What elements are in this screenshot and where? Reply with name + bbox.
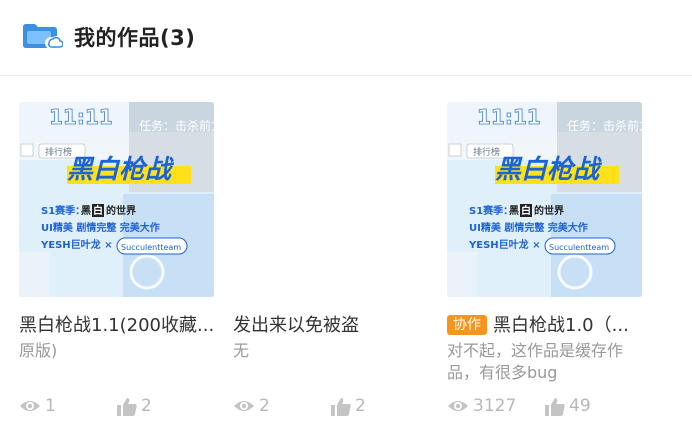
svg-text:S1赛季：: S1赛季：: [469, 204, 513, 217]
work-description: 无: [233, 341, 250, 360]
svg-text:任务：击杀前方: 任务：击杀前方: [567, 118, 642, 133]
thumbs-up-icon: [545, 398, 565, 416]
svg-text:黑: 黑: [509, 205, 519, 217]
work-stats: 2 2: [233, 395, 433, 417]
game-cover-image: 11:11 任务：击杀前方 排行榜 黑白枪战 S1赛季： 黑 白 的世界 UI精…: [447, 102, 642, 297]
collaboration-badge: 协作: [447, 315, 487, 335]
work-thumbnail[interactable]: [233, 102, 428, 297]
thumbs-up-icon: [331, 398, 351, 416]
folder-cloud-icon: [23, 24, 63, 49]
svg-text:YESH巨叶龙 ×: YESH巨叶龙 ×: [468, 238, 541, 251]
work-card[interactable]: 发出来以免被盗 无 2 2: [233, 102, 433, 416]
work-thumbnail[interactable]: 11:11 任务：击杀前方 排行榜 黑白枪战 S1赛季： 黑 白 的世界 UI精…: [19, 102, 214, 297]
work-thumbnail[interactable]: 11:11 任务：击杀前方 排行榜 黑白枪战 S1赛季： 黑 白 的世界 UI精…: [447, 102, 642, 297]
eye-icon: [20, 401, 40, 411]
svg-text:黑白枪战: 黑白枪战: [495, 155, 602, 185]
work-stats: 1 2: [19, 395, 219, 417]
work-card[interactable]: 11:11 任务：击杀前方 排行榜 黑白枪战 S1赛季： 黑 白 的世界 UI精…: [447, 102, 647, 416]
svg-text:白: 白: [521, 204, 531, 217]
svg-text:Succulentteam: Succulentteam: [549, 243, 609, 252]
svg-text:白: 白: [93, 204, 103, 217]
eye-icon: [234, 401, 254, 411]
work-description: 原版): [19, 341, 58, 360]
work-title[interactable]: 发出来以免被盗: [233, 314, 433, 338]
thumbs-up-icon: [117, 398, 137, 416]
work-description: 对不起，这作品是缓存作品，有很多bug: [447, 341, 624, 382]
game-cover-image: 11:11 任务：击杀前方 排行榜 黑白枪战 S1赛季： 黑 白 的世界 UI精…: [19, 102, 214, 297]
svg-text:Succulentteam: Succulentteam: [121, 243, 181, 252]
svg-text:YESH巨叶龙 ×: YESH巨叶龙 ×: [40, 238, 113, 251]
svg-text:的世界: 的世界: [534, 204, 564, 217]
page-title: 我的作品(3): [74, 26, 196, 50]
svg-text:的世界: 的世界: [106, 204, 136, 217]
svg-text:任务：击杀前方: 任务：击杀前方: [139, 118, 214, 133]
page-header: 我的作品(3): [0, 0, 692, 76]
work-title[interactable]: 协作 黑白枪战1.0（...: [447, 314, 647, 338]
svg-text:UI精美 剧情完整 完美大作: UI精美 剧情完整 完美大作: [469, 221, 588, 234]
svg-text:S1赛季：: S1赛季：: [41, 204, 85, 217]
work-card[interactable]: 11:11 任务：击杀前方 排行榜 黑白枪战 S1赛季： 黑 白 的世界 UI精…: [19, 102, 219, 416]
svg-text:黑: 黑: [81, 205, 91, 217]
eye-icon: [448, 401, 468, 411]
svg-text:11:11: 11:11: [49, 105, 113, 129]
svg-text:黑白枪战: 黑白枪战: [67, 155, 174, 185]
work-title[interactable]: 黑白枪战1.1(200收藏...: [19, 314, 219, 338]
svg-text:11:11: 11:11: [477, 105, 541, 129]
svg-text:UI精美 剧情完整 完美大作: UI精美 剧情完整 完美大作: [41, 221, 160, 234]
work-stats: 3127 49: [447, 395, 647, 417]
